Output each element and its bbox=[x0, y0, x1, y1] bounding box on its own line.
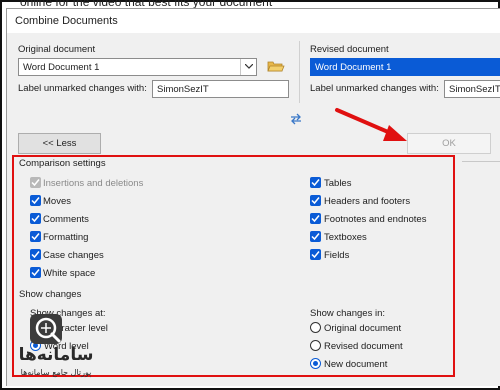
original-document-radio-label: Original document bbox=[324, 323, 402, 334]
swap-documents-icon[interactable] bbox=[290, 113, 302, 128]
show-changes-title: Show changes bbox=[19, 289, 82, 300]
fields-label: Fields bbox=[324, 250, 350, 261]
comparison-settings-title: Comparison settings bbox=[19, 158, 106, 169]
show-changes-in-label: Show changes in: bbox=[310, 308, 385, 319]
tables-label: Tables bbox=[324, 178, 352, 189]
revised-unmarked-value: SimonSezIT bbox=[449, 84, 500, 95]
watermark-logo: سامانه‌ها پورتال جامع سامانه‌ها bbox=[10, 312, 102, 382]
footnotes-endnotes-checkbox[interactable] bbox=[310, 213, 321, 224]
textboxes-label: Textboxes bbox=[324, 232, 367, 243]
textboxes-checkbox[interactable] bbox=[310, 231, 321, 242]
dialog-titlebar: Combine Documents bbox=[7, 9, 500, 33]
watermark-name: سامانه‌ها bbox=[18, 345, 94, 365]
background-text: online for the video that best fits your… bbox=[20, 0, 273, 8]
footnotes-endnotes-label: Footnotes and endnotes bbox=[324, 214, 427, 225]
revised-document-label: Revised document bbox=[310, 44, 389, 55]
ok-button[interactable]: OK bbox=[407, 133, 491, 154]
chevron-down-icon[interactable] bbox=[240, 59, 256, 75]
white-space-label: White space bbox=[43, 268, 96, 279]
fields-checkbox[interactable] bbox=[310, 249, 321, 260]
revised-unmarked-input[interactable]: SimonSezIT bbox=[444, 80, 500, 98]
case-changes-checkbox[interactable] bbox=[30, 249, 41, 260]
formatting-checkbox[interactable] bbox=[30, 231, 41, 242]
original-unmarked-input[interactable]: SimonSezIT bbox=[152, 80, 289, 98]
white-space-checkbox[interactable] bbox=[30, 267, 41, 278]
moves-label: Moves bbox=[43, 196, 71, 207]
formatting-label: Formatting bbox=[43, 232, 89, 243]
section-divider bbox=[462, 161, 500, 162]
revised-document-select[interactable]: Word Document 1 bbox=[310, 58, 500, 76]
insertions-deletions-label: Insertions and deletions bbox=[43, 178, 144, 189]
revised-document-value: Word Document 1 bbox=[315, 62, 392, 73]
original-document-label: Original document bbox=[18, 44, 96, 55]
watermark-tagline: پورتال جامع سامانه‌ها bbox=[20, 368, 92, 377]
comments-label: Comments bbox=[43, 214, 89, 225]
folder-open-icon[interactable] bbox=[267, 59, 285, 76]
headers-footers-checkbox[interactable] bbox=[310, 195, 321, 206]
revised-document-radio[interactable] bbox=[310, 340, 321, 351]
original-document-radio[interactable] bbox=[310, 322, 321, 333]
headers-footers-label: Headers and footers bbox=[324, 196, 411, 207]
original-unmarked-value: SimonSezIT bbox=[157, 84, 209, 95]
case-changes-label: Case changes bbox=[43, 250, 104, 261]
red-arrow-annotation bbox=[335, 108, 407, 141]
less-button[interactable]: << Less bbox=[18, 133, 101, 154]
vertical-divider bbox=[299, 41, 300, 103]
tables-checkbox[interactable] bbox=[310, 177, 321, 188]
insertions-deletions-checkbox[interactable] bbox=[30, 177, 41, 188]
original-document-select[interactable]: Word Document 1 bbox=[18, 58, 257, 76]
moves-checkbox[interactable] bbox=[30, 195, 41, 206]
background-document-text: online for the video that best fits your… bbox=[20, 0, 500, 8]
revised-unmarked-label: Label unmarked changes with: bbox=[310, 83, 439, 94]
new-document-radio-label: New document bbox=[324, 359, 388, 370]
original-unmarked-label: Label unmarked changes with: bbox=[18, 83, 147, 94]
dialog-title: Combine Documents bbox=[15, 15, 118, 27]
original-document-value: Word Document 1 bbox=[23, 62, 100, 73]
revised-document-radio-label: Revised document bbox=[324, 341, 403, 352]
new-document-radio[interactable] bbox=[310, 358, 321, 369]
comments-checkbox[interactable] bbox=[30, 213, 41, 224]
